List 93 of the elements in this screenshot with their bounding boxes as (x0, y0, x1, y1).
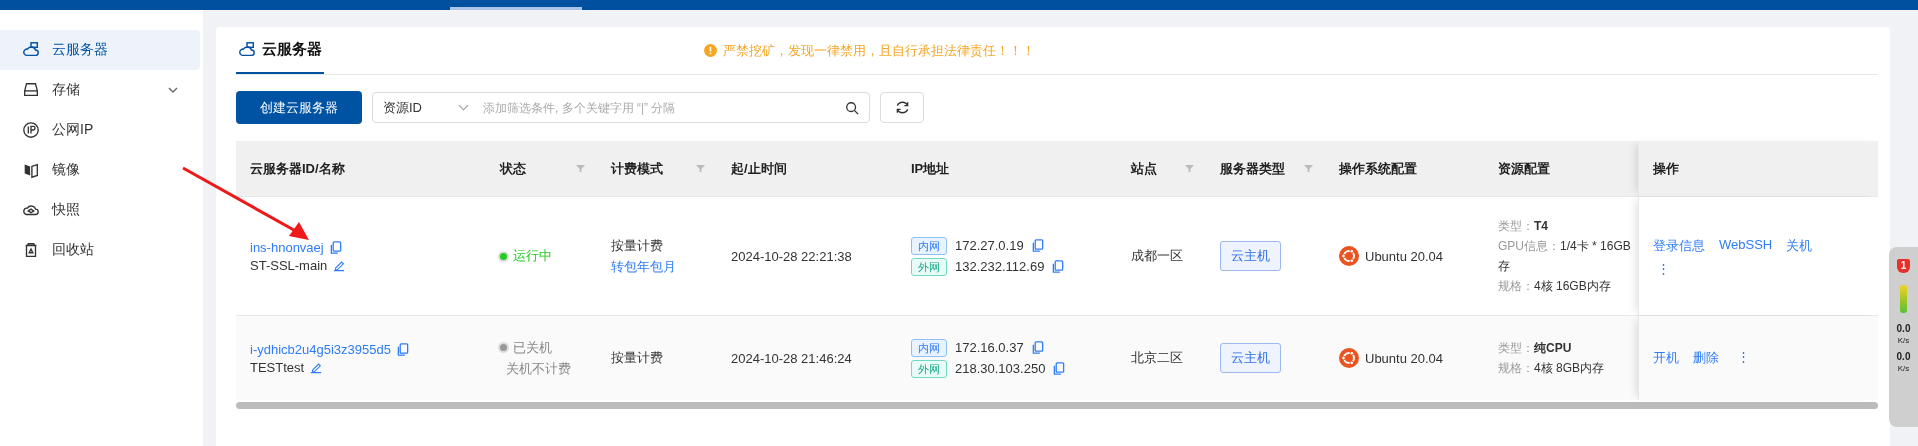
network-tag: 外网 (911, 257, 947, 276)
sidebar-item[interactable]: 镜像 (0, 150, 200, 190)
os-name: Ubuntu 20.04 (1365, 350, 1444, 366)
download-unit: K/s (1897, 364, 1910, 373)
storage-icon (22, 81, 40, 99)
billing-switch-link[interactable]: 转包年包月 (611, 257, 676, 276)
os-name: Ubuntu 20.04 (1365, 248, 1444, 264)
action-link[interactable]: 开机 (1653, 349, 1679, 367)
search-icon (845, 100, 859, 115)
page-tab[interactable]: 云服务器 (236, 27, 324, 74)
download-speed: 0.0 (1896, 351, 1911, 362)
server-name: TESTtest (250, 359, 305, 375)
copy-icon[interactable] (1053, 362, 1066, 375)
column-header: 操作系统配置 (1339, 159, 1417, 178)
server-type-tag: 云主机 (1220, 241, 1281, 271)
action-link[interactable]: 关机 (1786, 236, 1813, 255)
sidebar-item[interactable]: 回收站 (0, 230, 200, 270)
resource-label: 规格： (1498, 278, 1534, 293)
network-tag: 内网 (911, 338, 947, 357)
copy-icon[interactable] (396, 342, 409, 356)
cloud-server-icon (238, 40, 256, 59)
resource-value: T4 (1534, 218, 1548, 233)
copy-icon[interactable] (1031, 239, 1044, 252)
column-header: 计费模式 (611, 159, 663, 178)
server-type-tag: 云主机 (1220, 343, 1281, 373)
ubuntu-logo-icon (1339, 348, 1359, 368)
action-link[interactable]: WebSSH (1719, 236, 1773, 255)
warning-text: 严禁挖矿，发现一律禁用，且自行承担法律责任！！！ (723, 41, 1035, 60)
status-text: 已关机 (513, 338, 552, 357)
sidebar-item[interactable]: 快照 (0, 190, 200, 230)
resource-label: GPU信息： (1498, 238, 1560, 253)
resource-label: 类型： (1498, 218, 1534, 233)
resource-value: 4核 16GB内存 (1534, 278, 1611, 293)
column-header: 操作 (1653, 159, 1679, 178)
time-text: 2024-10-28 21:46:24 (731, 350, 853, 366)
site-name: 北京二区 (1131, 349, 1184, 367)
resource-label: 规格： (1498, 360, 1534, 375)
chevron-down-icon (168, 87, 178, 93)
resource-value: 存 (1498, 258, 1510, 273)
ubuntu-logo-icon (1339, 246, 1359, 266)
status-note: 关机不计费 (506, 359, 571, 378)
edit-icon[interactable] (310, 360, 323, 374)
copy-icon[interactable] (1052, 260, 1065, 273)
refresh-button[interactable] (880, 92, 924, 123)
ip-address: 218.30.103.250 (955, 361, 1046, 376)
action-link[interactable]: 登录信息 (1653, 236, 1705, 255)
column-header: 状态 (500, 159, 526, 178)
billing-mode: 按量计费 (611, 349, 663, 367)
cloud-server-icon (22, 41, 40, 59)
billing-mode: 按量计费 (611, 236, 663, 255)
copy-icon[interactable] (329, 240, 342, 254)
more-actions-button[interactable]: ⋮ (1653, 260, 1674, 276)
ip-icon (22, 121, 40, 139)
chevron-down-icon (458, 104, 469, 111)
resource-label: 类型： (1498, 340, 1534, 355)
sidebar-item[interactable]: 云服务器 (0, 30, 200, 70)
upload-speed: 0.0 (1896, 323, 1911, 334)
sidebar-item[interactable]: 存储 (0, 70, 200, 110)
warning-icon (704, 44, 717, 57)
filter-select[interactable]: 资源ID (383, 98, 477, 117)
site-name: 成都一区 (1131, 247, 1184, 265)
column-header: 服务器类型 (1220, 159, 1285, 178)
level-bar-icon (1900, 285, 1907, 313)
sidebar-item[interactable]: 公网IP (0, 110, 200, 150)
ip-address: 172.27.0.19 (955, 238, 1024, 253)
column-header: 云服务器ID/名称 (250, 159, 345, 178)
action-link[interactable]: 删除 (1693, 349, 1719, 367)
network-tag: 内网 (911, 236, 947, 255)
more-actions-button[interactable]: ⋮ (1733, 349, 1754, 367)
resource-value: 纯CPU (1534, 340, 1572, 355)
shield-badge: 1 (1897, 259, 1910, 273)
server-id-link[interactable]: i-ydhicb2u4g5i3z3955d5 (250, 341, 391, 357)
time-text: 2024-10-28 22:21:38 (731, 248, 853, 264)
ip-address: 132.232.112.69 (955, 259, 1045, 274)
column-header: 起/止时间 (731, 159, 787, 178)
copy-icon[interactable] (1031, 341, 1044, 354)
refresh-icon (894, 100, 910, 115)
column-header: IP地址 (911, 159, 950, 178)
create-server-button[interactable]: 创建云服务器 (236, 91, 362, 124)
resource-value: 1/4卡 * 16GB (1560, 238, 1631, 253)
edit-icon[interactable] (333, 258, 346, 272)
upload-unit: K/s (1897, 336, 1910, 345)
server-id-link[interactable]: ins-hnonvaej (250, 239, 324, 255)
resource-value: 4核 8GB内存 (1534, 360, 1605, 375)
image-icon (22, 161, 40, 179)
column-header: 站点 (1131, 159, 1157, 178)
network-tag: 外网 (911, 359, 947, 378)
column-header: 资源配置 (1498, 159, 1550, 178)
ip-address: 172.16.0.37 (955, 340, 1024, 355)
search-field[interactable]: 资源ID 添加筛选条件, 多个关键字用 “|” 分隔 (372, 92, 870, 123)
horizontal-scrollbar[interactable] (236, 402, 1878, 409)
server-name: ST-SSL-main (250, 257, 328, 273)
status-text: 运行中 (513, 247, 552, 265)
